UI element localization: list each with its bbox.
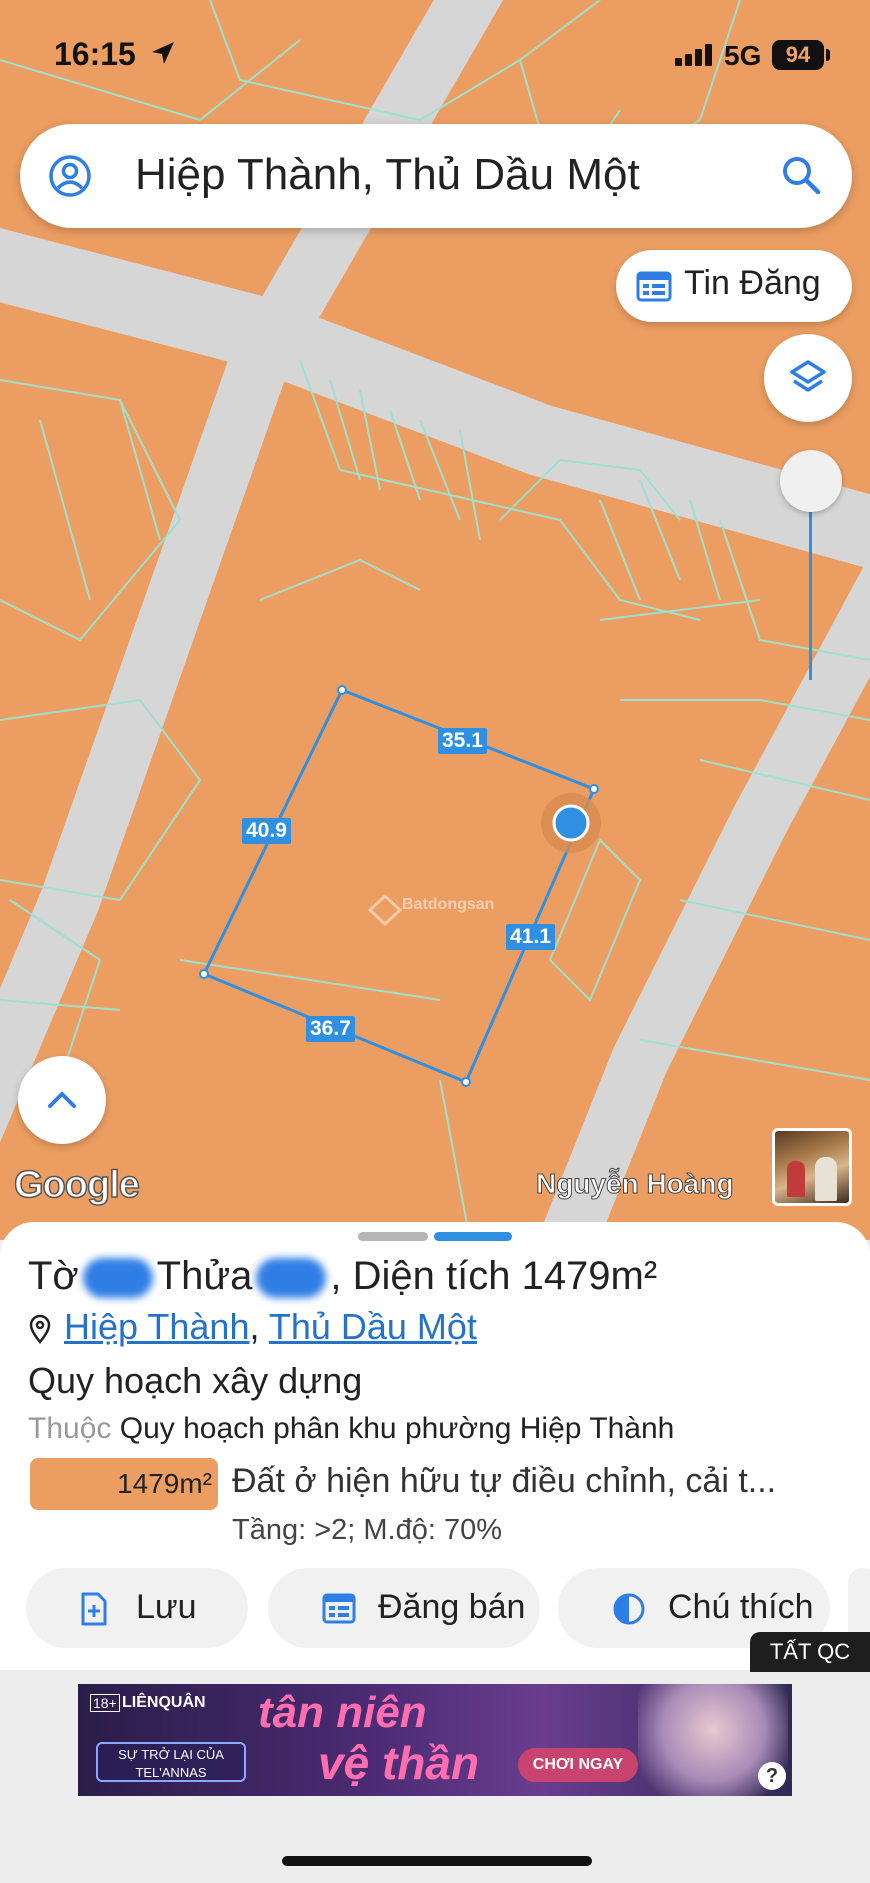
sheet-number-label: Tờ xyxy=(28,1254,79,1298)
layers-button[interactable] xyxy=(764,334,852,422)
add-file-icon xyxy=(81,1592,107,1626)
plot-number-label: Thửa xyxy=(156,1254,253,1298)
planning-scope-prefix: Thuộc xyxy=(28,1412,112,1445)
post-for-sale-button[interactable]: Đăng bán xyxy=(268,1568,540,1648)
location-arrow-icon xyxy=(152,42,174,64)
ad-headline-1: tân niên xyxy=(258,1688,427,1737)
edge-length-left: 40.9 xyxy=(242,818,291,844)
home-indicator[interactable] xyxy=(282,1856,592,1866)
parcel-title: Tờ Thửa , Diện tích 1479m² xyxy=(28,1254,657,1299)
ad-subtitle: SỰ TRỞ LẠI CỦA TEL'ANNAS xyxy=(96,1742,246,1782)
sheet-handle-active[interactable] xyxy=(434,1232,512,1241)
listings-button[interactable]: Tin Đăng xyxy=(616,250,852,322)
map-view[interactable]: 35.1 41.1 36.7 40.9 Batdongsan 16:15 5G … xyxy=(0,0,870,1240)
chevron-up-icon xyxy=(48,1092,76,1108)
parcel-area: , Diện tích 1479m² xyxy=(330,1254,658,1298)
watermark-logo xyxy=(367,893,403,927)
zone-area: 1479m² xyxy=(117,1468,212,1499)
ad-age-rating: 18+ xyxy=(90,1694,120,1712)
hide-ads-button[interactable]: TẤT QC xyxy=(750,1632,870,1672)
edge-length-bottom: 36.7 xyxy=(306,1016,355,1042)
listings-icon xyxy=(636,271,672,302)
ad-area: 18+ LIÊNQUÂN SỰ TRỞ LẠI CỦA TEL'ANNAS tâ… xyxy=(0,1672,870,1883)
google-logo: Google xyxy=(13,1163,140,1207)
planning-scope-value: Quy hoạch phân khu phường Hiệp Thành xyxy=(119,1412,675,1445)
expand-up-button[interactable] xyxy=(18,1056,106,1144)
watermark-text: Batdongsan xyxy=(402,896,495,913)
search-icon[interactable] xyxy=(780,154,822,196)
network-type: 5G xyxy=(724,40,762,71)
legend-label: Chú thích xyxy=(668,1588,814,1626)
parcel-location: Hiệp Thành, Thủ Dầu Một xyxy=(28,1306,477,1348)
layers-icon xyxy=(790,360,826,392)
zone-description[interactable]: Đất ở hiện hữu tự điều chỉnh, cải t... xyxy=(232,1462,776,1501)
status-time: 16:15 xyxy=(54,36,136,72)
ward-link[interactable]: Hiệp Thành xyxy=(64,1306,249,1347)
zone-rules: Tầng: >2; M.độ: 70% xyxy=(232,1514,503,1546)
photo-author: Nguyễn Hoàng xyxy=(536,1168,735,1200)
calendar-icon xyxy=(322,1593,356,1624)
half-circle-icon xyxy=(613,1593,645,1625)
ad-brand: LIÊNQUÂN xyxy=(122,1694,206,1711)
redacted-plot-number xyxy=(256,1258,327,1299)
save-button[interactable]: Lưu xyxy=(26,1568,248,1648)
edge-length-right: 41.1 xyxy=(506,924,555,950)
location-pin-icon xyxy=(29,1315,51,1345)
planning-section-title: Quy hoạch xây dựng xyxy=(28,1360,363,1401)
listings-label: Tin Đăng xyxy=(684,264,821,302)
account-icon[interactable] xyxy=(48,154,92,198)
opacity-slider-knob[interactable] xyxy=(780,450,842,512)
battery-level: 94 xyxy=(772,40,824,70)
post-for-sale-label: Đăng bán xyxy=(378,1588,526,1626)
ad-info-icon[interactable]: ? xyxy=(758,1762,786,1790)
search-query[interactable]: Hiệp Thành, Thủ Dầu Một xyxy=(135,150,640,200)
ad-headline-2: vệ thần xyxy=(318,1737,480,1789)
zone-color-swatch: 1479m² xyxy=(30,1458,218,1510)
ad-cta-button[interactable]: CHƠI NGAY xyxy=(518,1748,638,1782)
save-label: Lưu xyxy=(136,1588,197,1626)
edge-length-top: 35.1 xyxy=(438,728,487,754)
street-photo-thumbnail[interactable] xyxy=(772,1128,852,1206)
status-bar: 16:15 5G 94 xyxy=(0,30,870,80)
search-bar[interactable]: Hiệp Thành, Thủ Dầu Một xyxy=(20,124,852,228)
planning-scope: Thuộc Quy hoạch phân khu phường Hiệp Thà… xyxy=(28,1412,674,1446)
signal-icon xyxy=(675,44,712,66)
battery-tip xyxy=(826,49,830,61)
city-link[interactable]: Thủ Dầu Một xyxy=(269,1306,477,1347)
redacted-sheet-number xyxy=(82,1258,153,1299)
sheet-handle[interactable] xyxy=(358,1232,428,1241)
ad-banner[interactable]: 18+ LIÊNQUÂN SỰ TRỞ LẠI CỦA TEL'ANNAS tâ… xyxy=(78,1684,792,1796)
bottom-sheet[interactable]: Tờ Thửa , Diện tích 1479m² Hiệp Thành, Thủ… xyxy=(0,1222,870,1670)
